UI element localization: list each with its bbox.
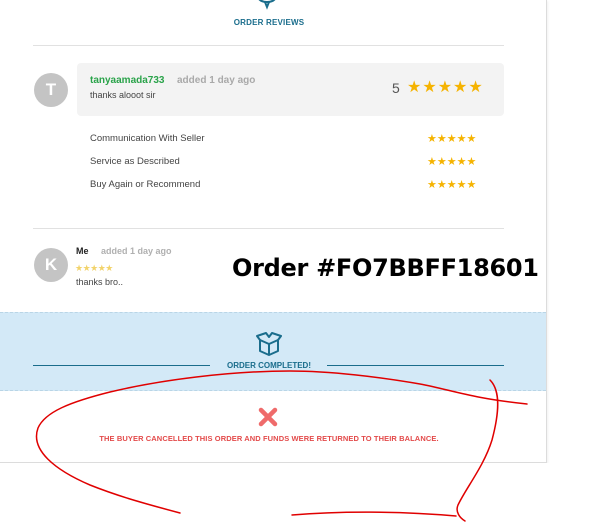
review-message: thanks alooot sir (90, 90, 156, 100)
review-message: thanks bro.. (76, 277, 124, 287)
criteria-communication-label: Communication With Seller (90, 133, 205, 144)
criteria-service-label: Service as Described (90, 156, 180, 167)
order-id-label: Order #FO7BBFF18601 (232, 254, 539, 282)
order-card: ORDER REVIEWS T tanyaamada733 added 1 da… (0, 0, 547, 463)
cancel-x-icon (258, 407, 278, 427)
criteria-buy-again-stars-icon: ★★★★★ (427, 179, 477, 191)
speech-bubble-icon (258, 0, 276, 10)
order-completed-band: ORDER COMPLETED! (0, 312, 546, 391)
reviewer-name: Me (76, 246, 89, 256)
review-timestamp: added 1 day ago (177, 75, 256, 86)
page-background (0, 463, 609, 526)
buyer-review-bubble: tanyaamada733 added 1 day ago thanks alo… (77, 63, 504, 116)
order-reviews-title: ORDER REVIEWS (233, 18, 305, 27)
avatar[interactable]: K (34, 248, 68, 282)
rating-value: 5 (392, 80, 400, 96)
criteria-communication-stars-icon: ★★★★★ (427, 133, 477, 145)
review-timestamp: added 1 day ago (101, 246, 172, 256)
rating-stars-icon: ★★★★★ (407, 79, 484, 96)
reviewer-username[interactable]: tanyaamada733 (90, 75, 165, 86)
divider (33, 45, 504, 46)
rating-stars-icon: ★★★★★ (75, 263, 113, 273)
divider (33, 228, 504, 229)
criteria-service-stars-icon: ★★★★★ (427, 156, 477, 168)
order-completed-label: ORDER COMPLETED! (227, 361, 311, 370)
open-box-icon (256, 332, 282, 356)
cancellation-message: THE BUYER CANCELLED THIS ORDER AND FUNDS… (99, 434, 439, 443)
criteria-buy-again-label: Buy Again or Recommend (90, 179, 201, 190)
avatar[interactable]: T (34, 73, 68, 107)
